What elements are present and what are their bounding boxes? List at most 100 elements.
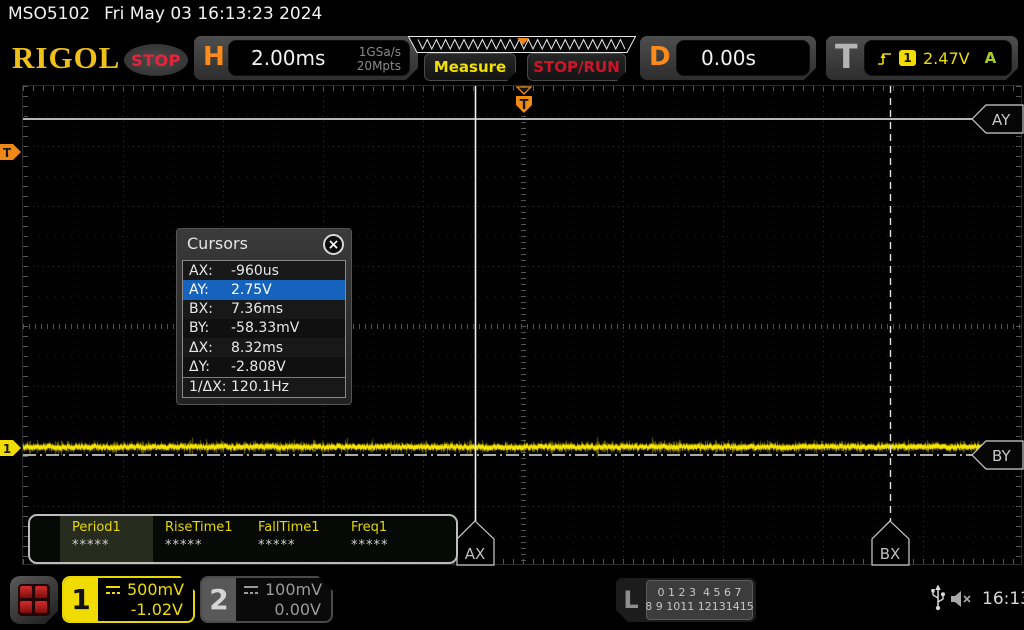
cursor-row-by[interactable]: BY: -58.33mV [183, 318, 345, 339]
waveform-preview-strip[interactable] [408, 36, 636, 54]
close-icon[interactable]: × [323, 234, 344, 255]
cursor-row-dy[interactable]: ΔY: -2.808V [183, 357, 345, 377]
grid-line [123, 86, 124, 564]
sample-rate: 1GSa/s [358, 45, 401, 59]
cursor-row-value: 2.75V [231, 281, 272, 298]
measurement-panel: Period1 ***** RiseTime1 ***** FallTime1 … [28, 514, 458, 564]
grid-line [373, 86, 374, 564]
memory-depth: 20Mpts [356, 59, 401, 73]
cursor-row-label: AX: [189, 262, 213, 279]
digital-channels-status[interactable]: L 0 1 2 3 4 5 6 7 8 9 1011 12131415 [616, 578, 756, 622]
delay-label: D [649, 42, 671, 72]
dc-coupling-icon [242, 584, 260, 596]
trigger-mode: A [984, 49, 997, 67]
measure-button[interactable]: Measure [424, 53, 516, 81]
measurement-label: RiseTime1 [165, 520, 233, 535]
graticule [22, 85, 1022, 565]
grid-line [823, 86, 824, 564]
delay-value: 0.00s [701, 46, 756, 70]
cursor-row-value: 120.1Hz [231, 379, 289, 396]
trigger-edge-icon [877, 50, 892, 67]
cursor-row-value: 8.32ms [231, 339, 284, 356]
grid-line [723, 86, 724, 564]
channel1-scale: 500mV [127, 580, 185, 599]
digital-channel-numbers: 0 1 2 3 4 5 6 7 8 9 1011 12131415 [646, 580, 753, 620]
grid-line [23, 416, 1021, 417]
grid-line [573, 86, 574, 564]
speaker-muted-icon[interactable] [950, 589, 974, 609]
menu-grid-icon[interactable] [10, 576, 58, 624]
grid-line [23, 176, 1021, 177]
digital-row2: 8 9 1011 12131415 [645, 600, 754, 613]
cursor-row-value: -58.33mV [231, 320, 300, 337]
grid-line [23, 446, 1021, 447]
cursor-row-label: ΔX: [189, 339, 213, 356]
delay-settings[interactable]: D 0.00s [640, 36, 816, 80]
measurement-value: ***** [72, 538, 110, 553]
channel1-number: 1 [64, 578, 98, 621]
grid-line [23, 356, 1021, 357]
timebase-value: 2.00ms [251, 46, 326, 70]
channel2-scale: 100mV [265, 580, 323, 599]
stop-run-button-label: STOP/RUN [533, 58, 620, 76]
grid-line [23, 296, 1021, 297]
oscilloscope-screen: MSO5102 Fri May 03 16:13:23 2024 RIGOL ST… [0, 0, 1024, 630]
grid-icon-squares [18, 584, 50, 616]
trigger-level-value: 2.47V [923, 48, 970, 68]
trigger-level-marker[interactable]: T [0, 144, 21, 160]
channel2-status[interactable]: 2 100mV 0.00V [200, 576, 333, 623]
measurement-label: Period1 [72, 520, 121, 535]
channel1-status[interactable]: 1 500mV -1.02V [62, 576, 195, 623]
status-bar: MSO5102 Fri May 03 16:13:23 2024 [8, 4, 336, 24]
measurement-label: FallTime1 [258, 520, 320, 535]
cursors-readout-list: AX: -960us AY: 2.75V BX: 7.36ms BY: -58.… [182, 260, 346, 398]
trigger-label: T [835, 37, 858, 76]
horizontal-label: H [203, 42, 225, 72]
channel2-number: 2 [202, 578, 236, 621]
grid-line [623, 86, 624, 564]
cursor-row-value: 7.36ms [231, 301, 284, 318]
grid-line [423, 86, 424, 564]
grid-line [23, 506, 1021, 507]
cursors-dialog-title: Cursors [187, 234, 248, 253]
grid-line [873, 86, 874, 564]
graticule-left-ticks [23, 86, 28, 564]
cursor-row-value: -2.808V [231, 359, 286, 376]
digital-row1: 0 1 2 3 4 5 6 7 [657, 586, 742, 599]
measurement-risetime1[interactable]: RiseTime1 ***** [153, 516, 246, 562]
run-state-indicator: STOP [124, 44, 188, 76]
grid-line [773, 86, 774, 564]
grid-line [973, 86, 974, 564]
cursors-dialog[interactable]: Cursors × AX: -960us AY: 2.75V BX: 7.36m… [176, 228, 352, 405]
grid-line [23, 476, 1021, 477]
close-glyph: × [327, 236, 340, 253]
grid-line [23, 116, 1021, 117]
cursor-row-label: ΔY: [189, 359, 210, 376]
measurement-value: ***** [258, 538, 296, 553]
grid-line [73, 86, 74, 564]
grid-line [173, 86, 174, 564]
grid-line [23, 386, 1021, 387]
channel2-offset: 0.00V [274, 600, 321, 619]
trigger-settings[interactable]: T 1 2.47V A [826, 36, 1018, 80]
measurement-falltime1[interactable]: FallTime1 ***** [246, 516, 339, 562]
cursor-row-dx[interactable]: ΔX: 8.32ms [183, 338, 345, 358]
run-state-label: STOP [131, 50, 181, 70]
measurement-freq1[interactable]: Freq1 ***** [339, 516, 432, 562]
measurement-period1[interactable]: Period1 ***** [60, 516, 153, 562]
datetime: Fri May 03 16:13:23 2024 [104, 4, 323, 24]
rigol-logo: RIGOL [12, 40, 121, 75]
measurement-label: Freq1 [351, 520, 388, 535]
cursor-row-ax[interactable]: AX: -960us [183, 261, 345, 281]
grid-line [23, 266, 1021, 267]
grid-line [473, 86, 474, 564]
cursor-row-ay[interactable]: AY: 2.75V [183, 280, 345, 300]
channel1-offset: -1.02V [130, 600, 183, 619]
cursor-row-bx[interactable]: BX: 7.36ms [183, 299, 345, 319]
channel1-position-marker[interactable]: 1 [0, 440, 21, 456]
horizontal-settings[interactable]: H 2.00ms 1GSa/s 20Mpts [194, 36, 418, 80]
cursor-row-1overdx[interactable]: 1/ΔX: 120.1Hz [183, 376, 345, 397]
grid-line [23, 146, 1021, 147]
stop-run-button[interactable]: STOP/RUN [527, 53, 626, 81]
dc-coupling-icon [104, 584, 122, 596]
